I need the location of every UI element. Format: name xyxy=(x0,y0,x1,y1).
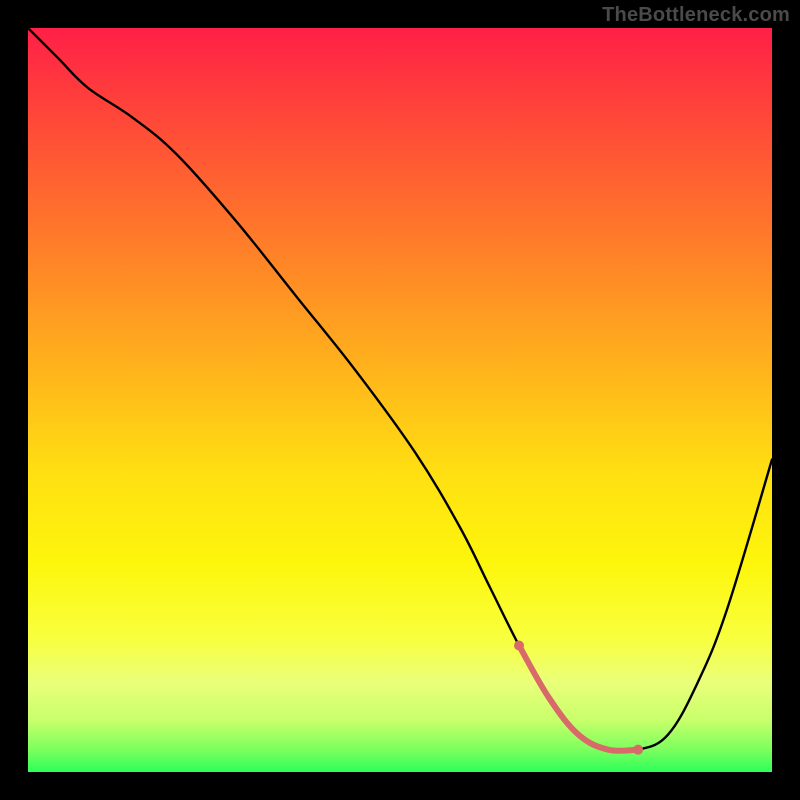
chart-container xyxy=(28,28,772,772)
trough-start-dot xyxy=(514,641,524,651)
trough-highlight xyxy=(519,646,638,751)
trough-end-dot xyxy=(633,745,643,755)
watermark-text: TheBottleneck.com xyxy=(602,4,790,27)
chart-svg xyxy=(28,28,772,772)
bottleneck-curve xyxy=(28,28,772,752)
